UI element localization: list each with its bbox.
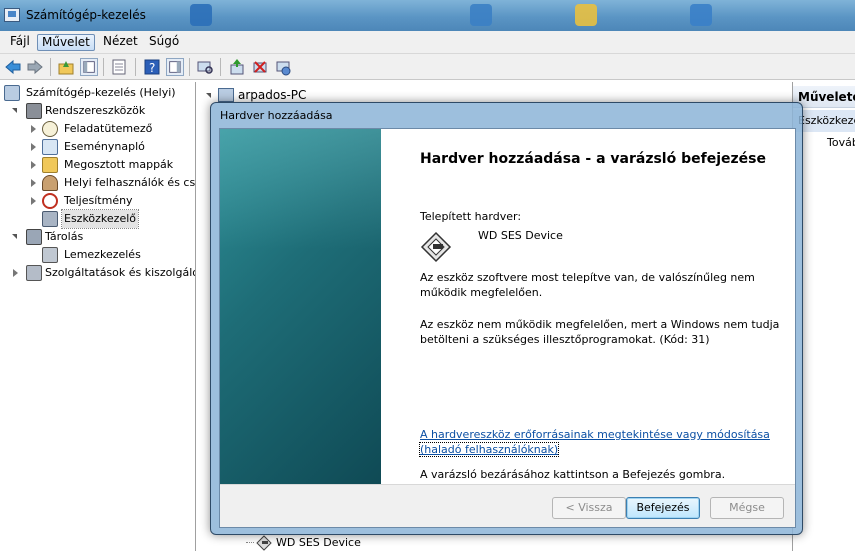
taskbar-window-icon <box>690 4 712 26</box>
shared-folder-icon <box>42 157 58 173</box>
up-folder-icon[interactable] <box>57 58 75 76</box>
disk-icon <box>42 247 58 263</box>
show-hide-tree-icon[interactable] <box>80 58 98 76</box>
dialog-title: Hardver hozzáadása <box>220 109 333 122</box>
menu-help[interactable]: Súgó <box>145 34 183 51</box>
status-message: Az eszköz szoftvere most telepítve van, … <box>420 271 755 299</box>
menu-bar: Fájl Művelet Nézet Súgó <box>0 31 855 54</box>
window-title: Számítógép-kezelés <box>26 8 146 22</box>
collapse-arrow-icon[interactable] <box>12 234 17 239</box>
link-line-2[interactable]: (haladó felhasználóknak) <box>418 442 560 457</box>
forward-arrow-icon[interactable] <box>26 58 44 76</box>
svg-text:?: ? <box>149 61 155 75</box>
action-pane-icon[interactable] <box>166 58 184 76</box>
collapse-arrow-icon[interactable] <box>12 108 17 113</box>
performance-icon <box>42 193 58 209</box>
wizard-heading: Hardver hozzáadása - a varázsló befejezé… <box>420 151 766 167</box>
expand-arrow-icon[interactable] <box>13 269 18 277</box>
back-arrow-icon[interactable] <box>4 58 22 76</box>
properties-icon[interactable] <box>110 58 128 76</box>
error-message: Az eszköz nem működik megfelelően, mert … <box>420 318 780 346</box>
menu-file[interactable]: Fájl <box>6 34 34 51</box>
expand-arrow-icon[interactable] <box>31 143 36 151</box>
menu-view[interactable]: Nézet <box>99 34 142 51</box>
toolbar-separator <box>135 58 136 76</box>
collapse-arrow-icon[interactable] <box>206 93 211 98</box>
console-tree: Számítógép-kezelés (Helyi) Rendszereszkö… <box>0 82 196 551</box>
computer-icon <box>218 88 234 102</box>
expand-arrow-icon[interactable] <box>31 197 36 205</box>
taskbar-window-icon <box>470 4 492 26</box>
computer-management-icon <box>4 8 20 22</box>
scan-hardware-icon[interactable] <box>196 58 214 76</box>
taskbar-window-icon <box>190 4 212 26</box>
storage-icon <box>26 229 42 245</box>
link-line-1[interactable]: A hardvereszköz erőforrásainak megtekint… <box>420 428 770 441</box>
menu-action[interactable]: Művelet <box>37 34 95 51</box>
help-icon[interactable]: ? <box>143 58 161 76</box>
back-button[interactable]: < Vissza <box>552 497 626 519</box>
device-manager-icon <box>42 211 58 227</box>
cancel-button[interactable]: Mégse <box>710 497 784 519</box>
device-icon <box>256 535 272 551</box>
wizard-footer: < Vissza Befejezés Mégse <box>220 484 795 527</box>
taskbar-window-icon <box>575 4 597 26</box>
dialog-client: Hardver hozzáadása - a varázsló befejezé… <box>219 128 796 528</box>
installed-hardware-label: Telepített hardver: <box>420 210 522 223</box>
users-icon <box>42 175 58 191</box>
event-log-icon <box>42 139 58 155</box>
add-hardware-dialog: Hardver hozzáadása Hardver hozzáadása - … <box>210 102 803 535</box>
view-resources-link[interactable]: A hardvereszköz erőforrásainak megtekint… <box>418 427 780 457</box>
disable-device-icon[interactable] <box>251 58 269 76</box>
expand-arrow-icon[interactable] <box>31 161 36 169</box>
finish-hint: A varázsló bezárásához kattintson a Befe… <box>420 468 726 481</box>
wizard-side-panel <box>220 129 381 484</box>
tools-icon <box>26 103 42 119</box>
toolbar: ? <box>0 54 855 80</box>
finish-button[interactable]: Befejezés <box>626 497 700 519</box>
clock-icon <box>42 121 58 137</box>
expand-arrow-icon[interactable] <box>31 179 36 187</box>
uninstall-device-icon[interactable] <box>274 58 292 76</box>
toolbar-separator <box>50 58 51 76</box>
more-actions[interactable]: További <box>827 136 855 149</box>
device-icon <box>420 231 452 263</box>
expand-arrow-icon[interactable] <box>31 125 36 133</box>
toolbar-separator <box>189 58 190 76</box>
toolbar-separator <box>103 58 104 76</box>
update-driver-icon[interactable] <box>228 58 246 76</box>
services-icon <box>26 265 42 281</box>
tree-connector <box>246 542 254 543</box>
computer-icon <box>4 85 20 101</box>
toolbar-separator <box>220 58 221 76</box>
window-titlebar[interactable]: Számítógép-kezelés <box>0 0 855 31</box>
device-name: WD SES Device <box>478 229 563 242</box>
